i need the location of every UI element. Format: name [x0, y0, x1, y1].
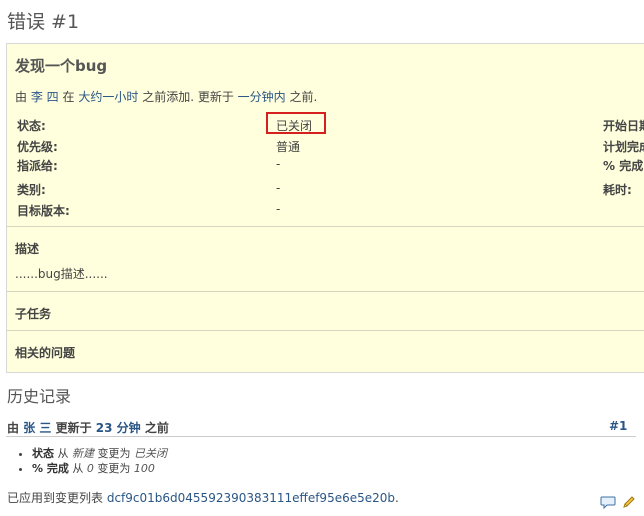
edit-pencil-icon[interactable] [621, 494, 637, 510]
detail-to-word: 变更为 [97, 462, 131, 475]
spent-time-label: 耗时: [603, 183, 632, 197]
description-title: 描述 [15, 242, 40, 256]
target-version-value: - [276, 202, 281, 216]
author-by: 由 [15, 90, 28, 104]
related-issues-title: 相关的问题 [15, 346, 76, 360]
detail-field: % 完成 [32, 462, 69, 475]
list-item: 状态 从 新建 变更为 已关闭 [32, 446, 167, 461]
due-date-label: 计划完成 [603, 140, 644, 154]
detail-to-value: 100 [133, 462, 155, 475]
history-title: 历史记录 [7, 387, 72, 406]
detail-from-value: 新建 [72, 447, 94, 460]
journal-author-link[interactable]: 张 三 [23, 421, 51, 435]
changeset-link[interactable]: dcf9c01b6d045592390383111effef95e6e5e20b [107, 491, 395, 505]
comment-icon[interactable] [600, 494, 616, 510]
issue-author-line: 由 李 四 在 大约一小时 之前添加. 更新于 一分钟内 之前. [15, 88, 317, 105]
priority-value: 普通 [276, 140, 301, 154]
start-date-label: 开始日期 [603, 119, 644, 133]
journal-header: 由 张 三 更新于 23 分钟 之前 [7, 419, 169, 436]
divider [7, 226, 644, 227]
journal-ago-suffix: 之前 [144, 421, 169, 435]
journal-details-list: 状态 从 新建 变更为 已关闭 % 完成 从 0 变更为 100 [18, 446, 167, 476]
author-in: 在 [62, 90, 75, 104]
priority-label: 优先级: [17, 140, 58, 154]
detail-from-value: 0 [86, 462, 94, 475]
journal-by: 由 [7, 421, 20, 435]
journal-number-link[interactable]: #1 [609, 419, 627, 433]
issue-subject: 发现一个bug [15, 57, 108, 75]
updated-text: 之前. [289, 90, 318, 104]
done-ratio-label: % 完成 [603, 159, 644, 173]
assignee-label: 指派给: [17, 159, 58, 173]
journal-updated: 更新于 [55, 421, 92, 435]
category-label: 类别: [17, 183, 46, 197]
status-label: 状态: [17, 119, 46, 133]
changeset-line: 已应用到变更列表 dcf9c01b6d045592390383111effef9… [7, 489, 399, 506]
detail-to-word: 变更为 [97, 447, 131, 460]
list-item: % 完成 从 0 变更为 100 [32, 461, 167, 476]
detail-to-value: 已关闭 [134, 447, 167, 460]
changeset-suffix: . [395, 491, 399, 505]
assignee-value: - [276, 157, 281, 171]
journal-ago-link[interactable]: 23 分钟 [96, 421, 141, 435]
status-value: 已关闭 [276, 119, 313, 133]
changeset-prefix: 已应用到变更列表 [7, 491, 104, 505]
issue-details-box: 发现一个bug 由 李 四 在 大约一小时 之前添加. 更新于 一分钟内 之前.… [6, 43, 644, 373]
detail-from-word: 从 [57, 447, 69, 460]
target-version-label: 目标版本: [17, 204, 70, 218]
added-text: 之前添加. 更新于 [142, 90, 234, 104]
description-text: ......bug描述...... [15, 267, 108, 281]
journal-divider [6, 436, 636, 437]
divider [7, 330, 644, 331]
category-value: - [276, 181, 281, 195]
updated-ago-link[interactable]: 一分钟内 [238, 90, 286, 104]
subtasks-title: 子任务 [15, 307, 52, 321]
page-title: 错误 #1 [7, 11, 80, 33]
author-link[interactable]: 李 四 [31, 90, 59, 104]
detail-field: 状态 [32, 447, 54, 460]
detail-from-word: 从 [72, 462, 84, 475]
divider [7, 291, 644, 292]
added-ago-link[interactable]: 大约一小时 [78, 90, 138, 104]
